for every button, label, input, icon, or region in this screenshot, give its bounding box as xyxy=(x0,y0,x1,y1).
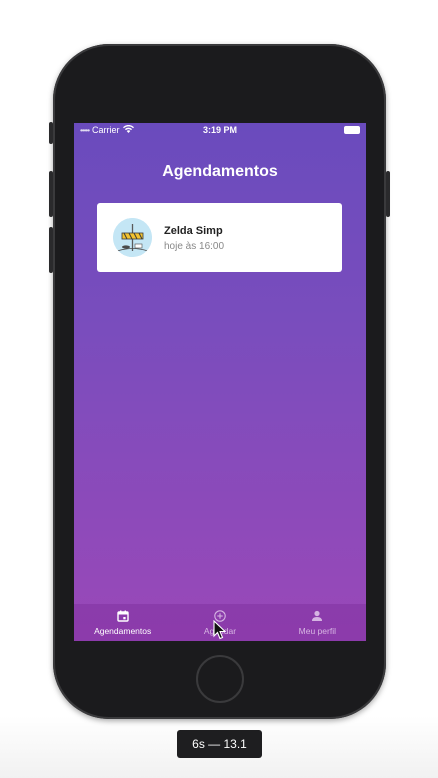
tab-agendamentos[interactable]: Agendamentos xyxy=(74,604,171,641)
calendar-icon xyxy=(116,610,129,622)
tab-meu-perfil[interactable]: Meu perfil xyxy=(269,604,366,641)
simulator-window: ••••• Carrier 3:19 PM Agendamentos Zelda… xyxy=(0,0,438,778)
status-bar: ••••• Carrier 3:19 PM xyxy=(74,123,366,137)
appointment-card[interactable]: Zelda Simp hoje às 16:00 xyxy=(97,203,342,272)
mute-switch xyxy=(49,122,53,144)
volume-up-button xyxy=(49,171,53,217)
iphone-device-frame: ••••• Carrier 3:19 PM Agendamentos Zelda… xyxy=(49,44,390,719)
power-button xyxy=(386,171,390,217)
battery-icon xyxy=(344,126,360,134)
person-icon xyxy=(312,610,323,621)
page-title: Agendamentos xyxy=(162,163,278,180)
avatar-illustration-icon xyxy=(113,218,152,257)
tab-label: Agendamentos xyxy=(94,626,152,636)
simulator-device-label: 6s — 13.1 xyxy=(177,730,262,758)
volume-down-button xyxy=(49,227,53,273)
appointment-provider-name: Zelda Simp xyxy=(164,225,223,237)
appointment-time: hoje às 16:00 xyxy=(164,241,225,252)
tab-label: Meu perfil xyxy=(298,626,336,636)
app-screen: ••••• Carrier 3:19 PM Agendamentos Zelda… xyxy=(74,123,366,641)
mouse-cursor-icon xyxy=(213,619,227,645)
avatar xyxy=(113,218,152,257)
status-time: 3:19 PM xyxy=(202,125,237,135)
home-button[interactable] xyxy=(196,655,244,703)
